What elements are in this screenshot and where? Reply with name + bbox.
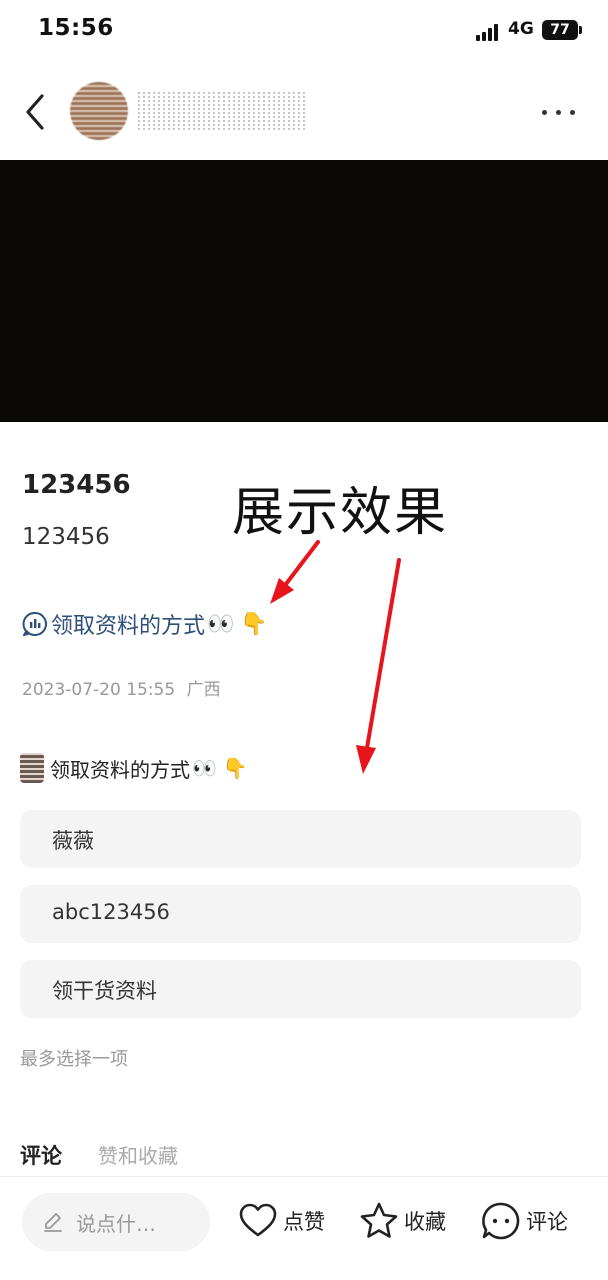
like-label: 点赞	[283, 1210, 325, 1234]
more-options-button[interactable]	[536, 102, 580, 122]
post-location: 广西	[186, 680, 221, 700]
annotation-arrow-right-shaft	[365, 558, 401, 750]
author-name-blurred[interactable]	[138, 92, 306, 130]
bottom-action-bar: 说点什… 点赞 收藏 评论	[0, 1176, 608, 1280]
pen-icon	[44, 1213, 62, 1232]
chevron-left-icon	[26, 94, 44, 130]
vote-thumbnail	[20, 753, 44, 783]
comment-input[interactable]: 说点什…	[22, 1193, 210, 1251]
vote-option[interactable]: abc123456	[20, 885, 581, 943]
vote-chart-icon	[22, 611, 47, 636]
point-down-emoji-icon: 👇	[222, 756, 248, 780]
star-icon	[360, 1202, 398, 1238]
nav-bar	[0, 64, 608, 160]
post-date: 2023-07-20 15:55	[22, 680, 176, 700]
vote-option-label: 领干货资料	[52, 979, 157, 1003]
favorite-label: 收藏	[404, 1210, 446, 1234]
annotation-arrow-left-head	[270, 578, 294, 604]
signal-icon	[476, 23, 502, 41]
tab-likes-favorites[interactable]: 赞和收藏	[98, 1140, 178, 1169]
video-player[interactable]	[0, 160, 608, 422]
eyes-emoji-icon: 👀	[192, 756, 217, 780]
note-detail-page: 15:56 4G 77 123456 123456 领取资料的方式 👀 👇 20…	[0, 0, 608, 1280]
vote-option[interactable]: 薇薇	[20, 810, 581, 868]
comment-input-placeholder: 说点什…	[76, 1212, 156, 1236]
vote-option-label: 薇薇	[52, 829, 94, 853]
point-down-emoji-icon: 👇	[240, 611, 268, 637]
status-bar: 15:56 4G 77	[0, 0, 608, 64]
post-title: 123456	[22, 470, 131, 500]
comment-bubble-icon	[482, 1202, 520, 1240]
author-info[interactable]	[66, 76, 316, 144]
annotation-arrow-right-head	[356, 745, 376, 774]
vote-hint: 最多选择一项	[20, 1049, 128, 1070]
vote-title: 领取资料的方式	[50, 757, 190, 782]
topic-tag[interactable]: 领取资料的方式 👀 👇	[22, 606, 268, 642]
eyes-emoji-icon: 👀	[207, 611, 235, 637]
network-type: 4G	[508, 19, 534, 39]
tab-comments[interactable]: 评论	[20, 1140, 62, 1170]
comment-tabs: 评论 赞和收藏	[20, 1140, 178, 1170]
vote-option-label: abc123456	[52, 900, 170, 924]
vote-option[interactable]: 领干货资料	[20, 960, 581, 1018]
heart-icon	[239, 1203, 277, 1237]
avatar[interactable]	[70, 82, 128, 140]
like-button[interactable]: 点赞	[237, 1199, 325, 1243]
comment-label: 评论	[526, 1210, 568, 1234]
annotation-arrow-left-shaft	[284, 540, 320, 586]
topic-text: 领取资料的方式	[51, 614, 206, 639]
battery-icon: 77	[542, 20, 582, 40]
comment-button[interactable]: 评论	[480, 1199, 568, 1243]
vote-header: 领取资料的方式 👀 👇	[20, 750, 248, 786]
battery-level: 77	[550, 22, 570, 38]
status-time: 15:56	[38, 15, 114, 41]
back-button[interactable]	[20, 90, 54, 134]
post-meta: 2023-07-20 15:55 广西	[22, 675, 221, 700]
annotation-label: 展示效果	[232, 483, 449, 543]
post-body: 123456	[22, 524, 110, 550]
favorite-button[interactable]: 收藏	[358, 1199, 446, 1243]
